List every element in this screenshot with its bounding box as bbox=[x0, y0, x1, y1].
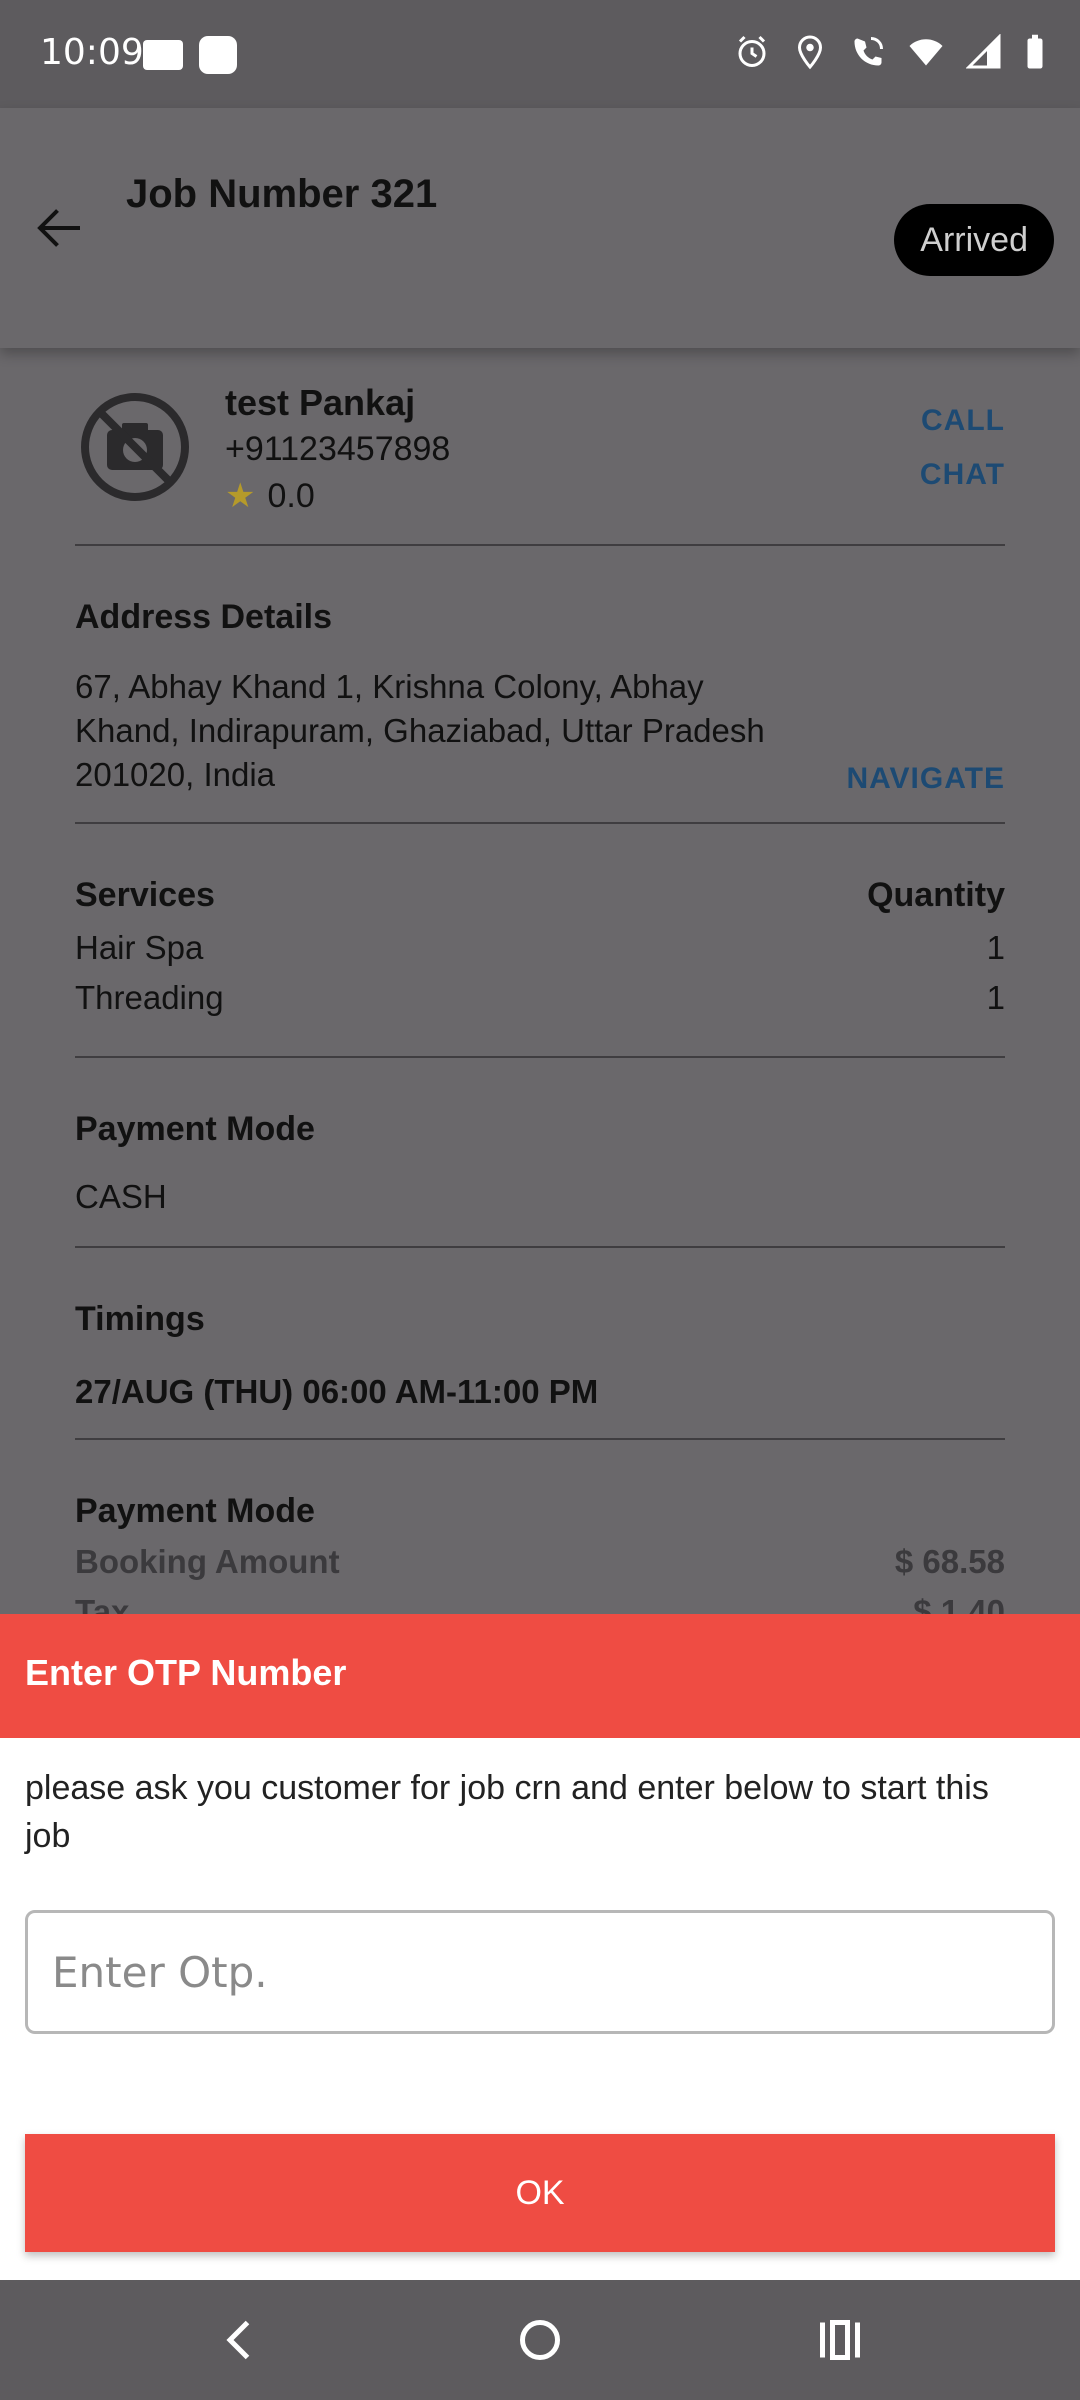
status-bar: 10:09 bbox=[0, 0, 1080, 108]
timings-section: Timings 27/AUG (THU) 06:00 AM-11:00 PM bbox=[75, 1300, 1005, 1411]
services-section: Services Quantity Hair Spa 1 Threading 1 bbox=[75, 876, 1005, 1017]
ok-button[interactable]: OK bbox=[25, 2134, 1055, 2252]
call-button[interactable]: CALL bbox=[921, 404, 1005, 438]
summary-label: Booking Amount bbox=[75, 1543, 340, 1580]
service-row: Threading 1 bbox=[75, 979, 1005, 1017]
divider bbox=[75, 822, 1005, 824]
address-heading: Address Details bbox=[75, 598, 332, 636]
timings-heading: Timings bbox=[75, 1300, 205, 1338]
summary-section: Payment Mode Booking Amount $ 68.58 Tax … bbox=[75, 1492, 1005, 1631]
services-header-row: Services Quantity bbox=[75, 876, 1005, 915]
timings-value: 27/AUG (THU) 06:00 AM-11:00 PM bbox=[75, 1373, 599, 1410]
divider bbox=[75, 1438, 1005, 1440]
services-heading: Services bbox=[75, 876, 215, 914]
app-bar: Job Number 321 Arrived bbox=[0, 108, 1080, 348]
star-icon: ★ bbox=[225, 477, 256, 515]
job-details-card: test Pankaj +91123457898 ★ 0.0 CALL CHAT… bbox=[25, 370, 1055, 1630]
divider bbox=[75, 544, 1005, 546]
battery-icon bbox=[1024, 34, 1046, 70]
divider bbox=[75, 1056, 1005, 1058]
nav-home-icon[interactable] bbox=[510, 2310, 570, 2370]
notification-square-icon bbox=[199, 36, 237, 74]
service-qty: 1 bbox=[986, 979, 1005, 1016]
customer-name: test Pankaj bbox=[225, 382, 416, 423]
job-status-badge: Arrived bbox=[894, 204, 1054, 276]
quantity-heading: Quantity bbox=[867, 876, 1005, 914]
otp-input[interactable] bbox=[25, 1910, 1055, 2034]
otp-dialog-message: please ask you customer for job crn and … bbox=[25, 1769, 989, 1855]
wifi-icon bbox=[908, 34, 944, 70]
payment-section: Payment Mode CASH bbox=[75, 1110, 1005, 1219]
service-name: Hair Spa bbox=[75, 929, 204, 966]
summary-row: Booking Amount $ 68.58 bbox=[75, 1543, 1005, 1581]
rating-value: 0.0 bbox=[267, 476, 315, 515]
system-nav-bar bbox=[0, 2280, 1080, 2400]
nav-recents-icon[interactable] bbox=[810, 2310, 870, 2370]
status-icons bbox=[734, 33, 1046, 70]
alarm-icon bbox=[734, 34, 770, 70]
service-row: Hair Spa 1 bbox=[75, 929, 1005, 967]
otp-dialog-body: please ask you customer for job crn and … bbox=[0, 1738, 1080, 2280]
status-time: 10:09 bbox=[40, 32, 144, 73]
otp-dialog-title: Enter OTP Number bbox=[25, 1652, 347, 1693]
page-title: Job Number 321 bbox=[126, 172, 438, 216]
nav-back-icon[interactable] bbox=[210, 2310, 270, 2370]
payment-heading: Payment Mode bbox=[75, 1110, 315, 1148]
back-arrow-icon[interactable] bbox=[30, 198, 90, 258]
summary-value: $ 68.58 bbox=[894, 1543, 1005, 1580]
navigate-button[interactable]: NAVIGATE bbox=[846, 762, 1005, 796]
divider bbox=[75, 1246, 1005, 1248]
summary-heading: Payment Mode bbox=[75, 1492, 315, 1530]
customer-phone: +91123457898 bbox=[225, 430, 451, 468]
otp-dialog-header: Enter OTP Number bbox=[0, 1614, 1080, 1738]
wifi-calling-icon bbox=[850, 34, 886, 70]
location-icon bbox=[792, 34, 828, 70]
signal-icon bbox=[965, 33, 1002, 70]
chat-button[interactable]: CHAT bbox=[920, 458, 1005, 492]
customer-rating: ★ 0.0 bbox=[225, 476, 315, 516]
payment-mode-value: CASH bbox=[75, 1178, 167, 1215]
app-notification-icon bbox=[143, 40, 183, 70]
no-photo-avatar-icon bbox=[80, 392, 190, 502]
service-qty: 1 bbox=[986, 929, 1005, 966]
service-name: Threading bbox=[75, 979, 224, 1016]
address-text: 67, Abhay Khand 1, Krishna Colony, Abhay… bbox=[75, 668, 765, 793]
